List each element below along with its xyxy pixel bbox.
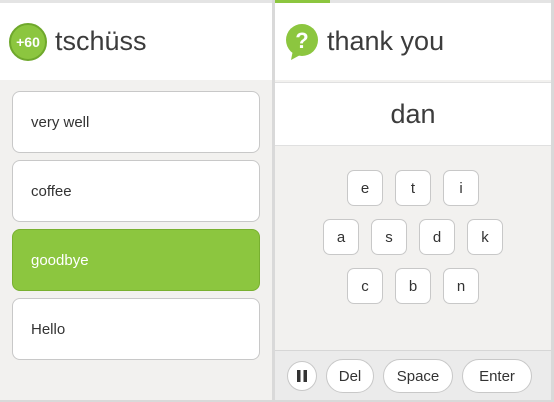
choice-hello[interactable]: Hello [12, 298, 260, 360]
answer-choices: very well coffee goodbye Hello [12, 91, 260, 367]
pause-button[interactable] [287, 361, 317, 391]
space-button[interactable]: Space [383, 359, 453, 393]
key-c[interactable]: c [347, 268, 383, 304]
choice-label: Hello [31, 320, 66, 338]
choice-label: very well [31, 113, 90, 131]
question-bubble-icon: ? [286, 23, 318, 60]
key-e[interactable]: e [347, 170, 383, 206]
choice-coffee[interactable]: coffee [12, 160, 260, 222]
question-header: ? thank you [275, 3, 551, 80]
key-a[interactable]: a [323, 219, 359, 255]
key-i[interactable]: i [443, 170, 479, 206]
action-bar: Del Space Enter [275, 350, 551, 400]
key-t[interactable]: t [395, 170, 431, 206]
choice-goodbye[interactable]: goodbye [12, 229, 260, 291]
choice-very-well[interactable]: very well [12, 91, 260, 153]
prompt-word: tschüss [55, 26, 147, 56]
delete-button[interactable]: Del [326, 359, 374, 393]
points-badge: +60 [9, 22, 47, 61]
enter-button[interactable]: Enter [462, 359, 532, 393]
letter-keyboard: e t i a s d k c b n [275, 170, 551, 317]
key-n[interactable]: n [443, 268, 479, 304]
key-row: c b n [275, 268, 551, 304]
spelling-screen: ? thank you dan e t i a s d k c b n Del … [275, 0, 551, 400]
key-d[interactable]: d [419, 219, 455, 255]
key-row: a s d k [275, 219, 551, 255]
key-s[interactable]: s [371, 219, 407, 255]
pause-icon [297, 370, 307, 382]
answer-display: dan [275, 82, 551, 146]
key-k[interactable]: k [467, 219, 503, 255]
prompt-word: thank you [327, 26, 445, 56]
choice-label: goodbye [31, 251, 89, 269]
svg-text:?: ? [295, 28, 308, 53]
key-row: e t i [275, 170, 551, 206]
choice-label: coffee [31, 182, 72, 200]
answer-text: dan [390, 98, 436, 129]
multiple-choice-screen: +60 tschüss very well coffee goodbye Hel… [0, 0, 272, 400]
key-b[interactable]: b [395, 268, 431, 304]
question-header: +60 tschüss [0, 3, 272, 80]
